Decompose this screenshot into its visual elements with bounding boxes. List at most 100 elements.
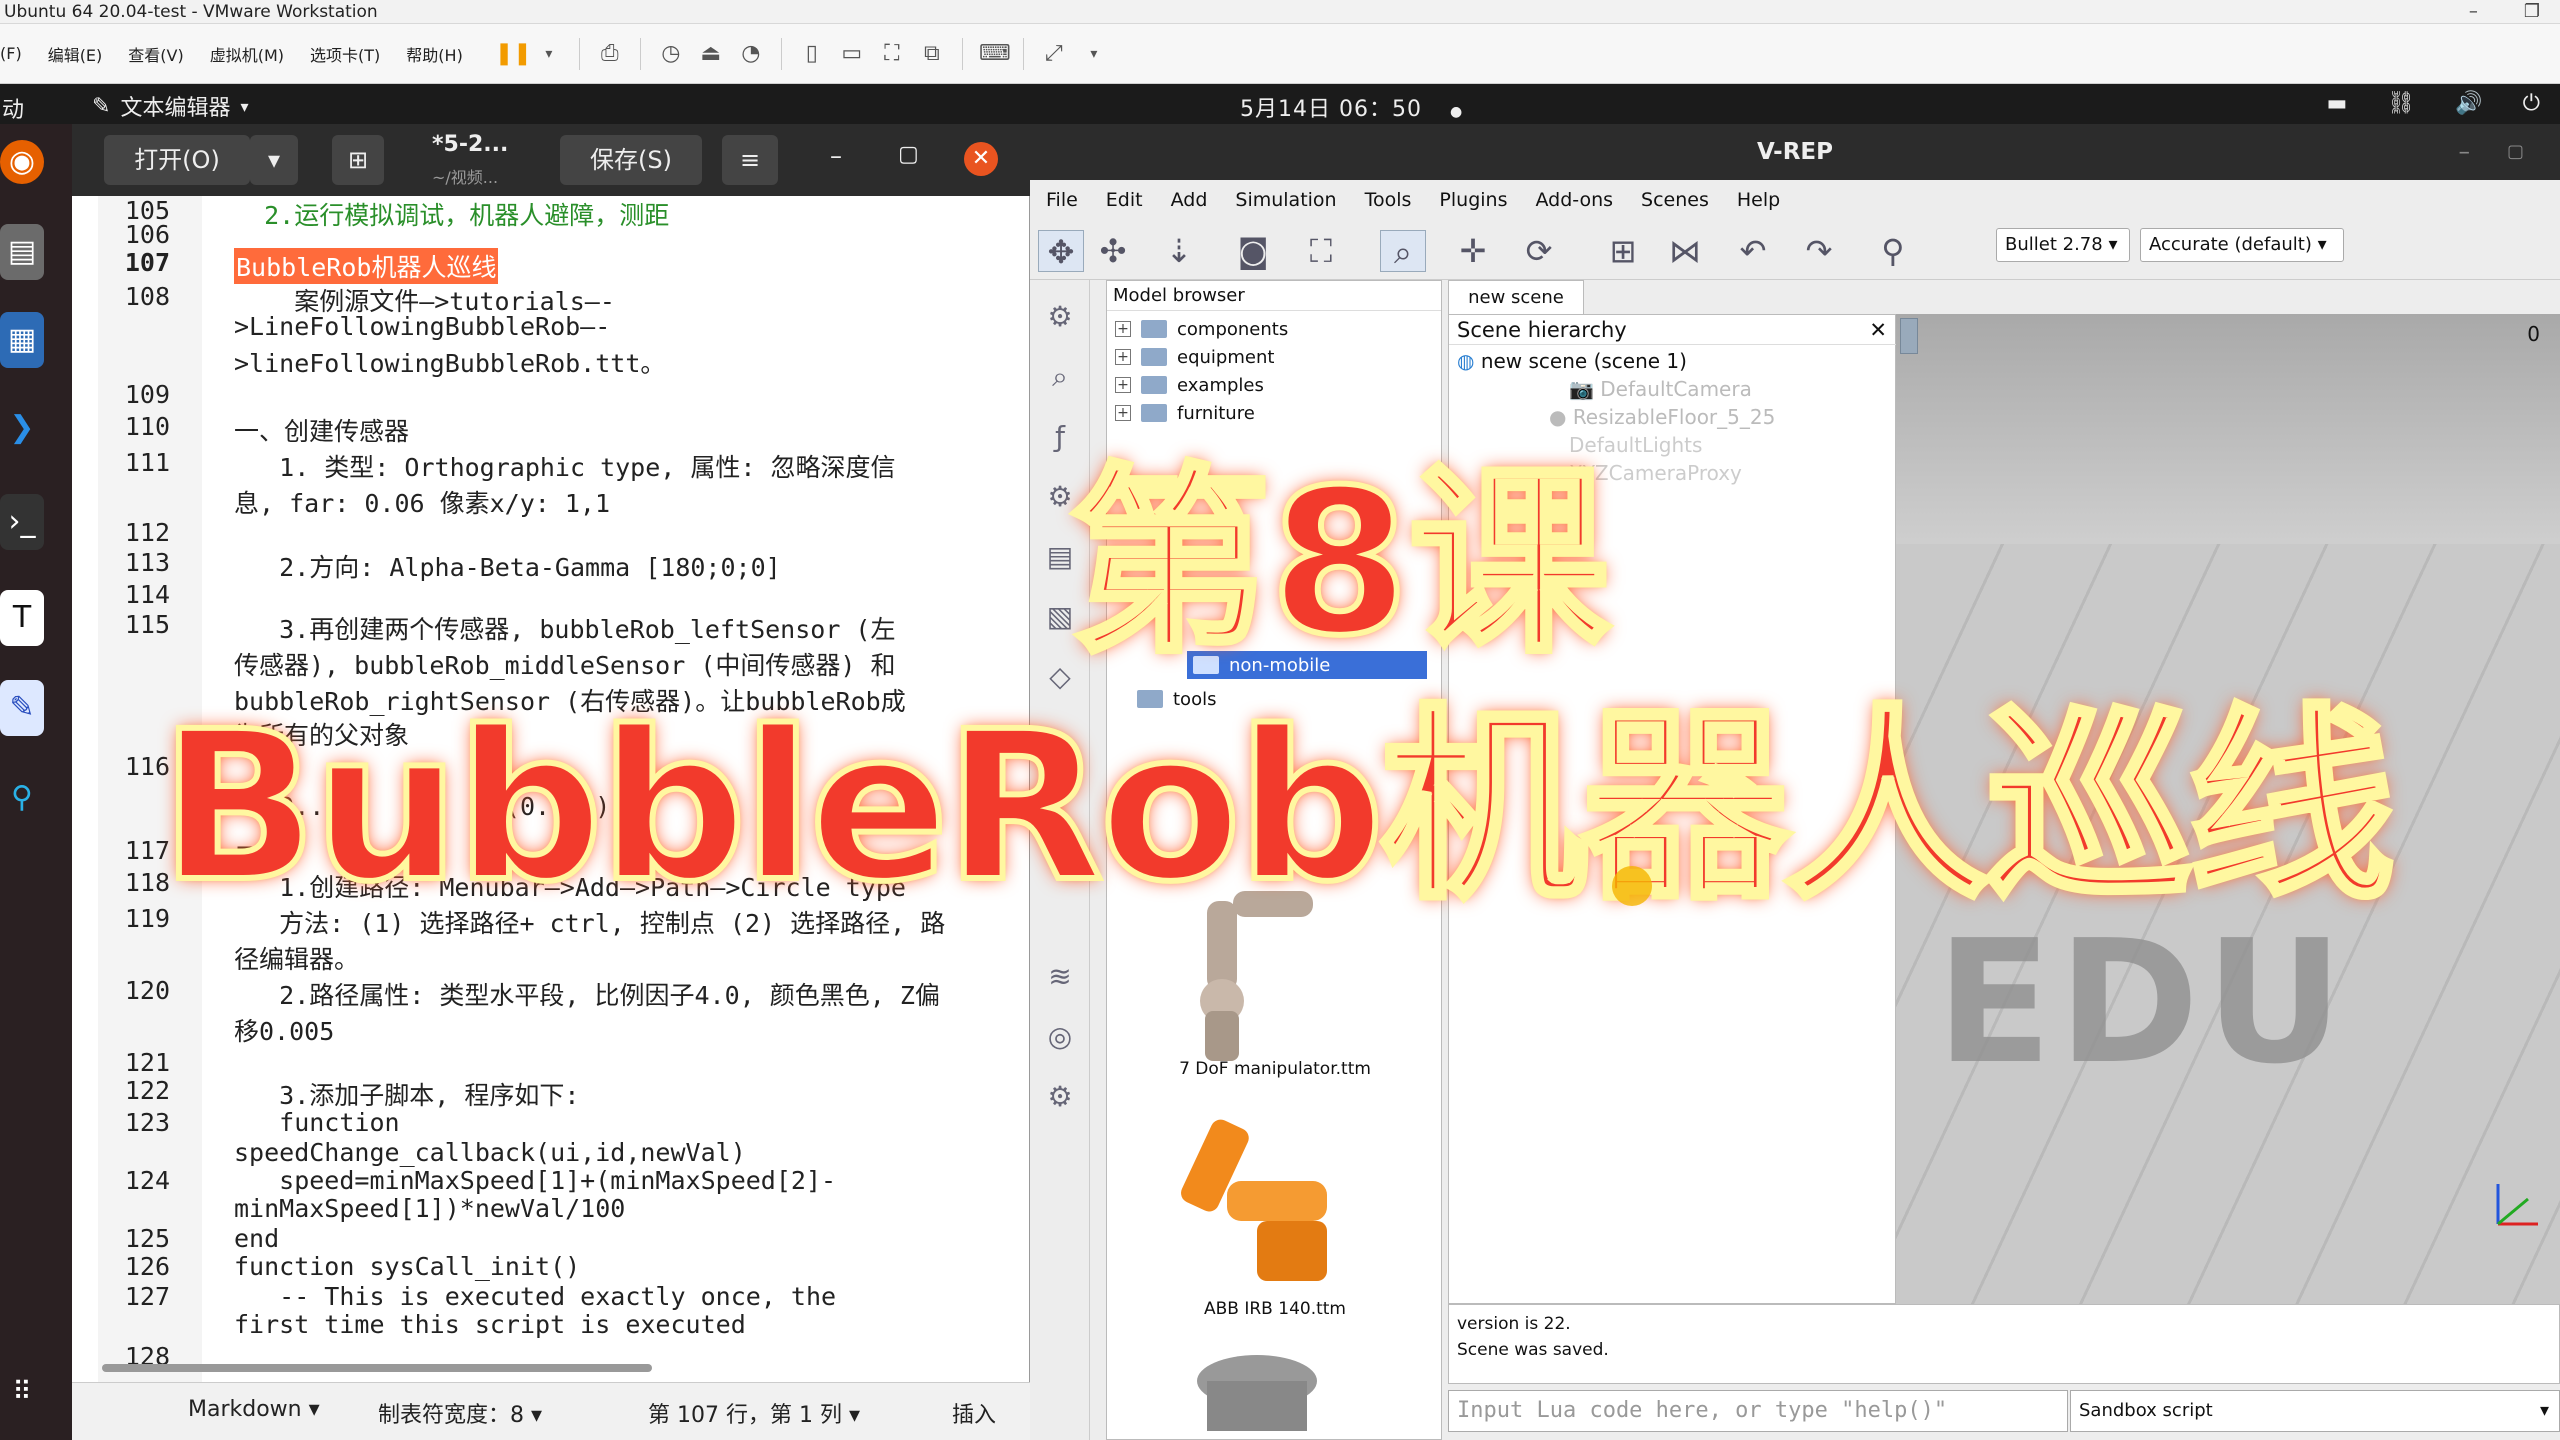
unity-icon[interactable]: ⧉	[918, 41, 946, 66]
maximize-icon[interactable]: ▢	[2507, 124, 2524, 180]
maximize-icon[interactable]: ▢	[898, 142, 919, 167]
revert-snapshot-icon[interactable]: ⏏	[697, 41, 725, 66]
close-icon[interactable]: ✕	[1869, 315, 1887, 345]
vscode-icon[interactable]: ❯	[0, 400, 44, 456]
code-line: minMaxSpeed[1])*newVal/100	[234, 1194, 626, 1223]
show-apps-icon[interactable]: ⠿	[0, 1364, 44, 1420]
line-number: 120	[124, 976, 170, 1005]
physics-engine-select[interactable]: Bullet 2.78 ▾	[1996, 228, 2130, 262]
folder-equipment[interactable]: + equipment	[1115, 343, 1274, 371]
open-menu-button[interactable]: ▾	[250, 135, 298, 185]
dropdown-icon[interactable]: ▾	[535, 42, 563, 66]
robot-thumbnail[interactable]	[1137, 1341, 1397, 1440]
vm-menu-help[interactable]: 帮助(H)	[406, 42, 463, 66]
app-menu[interactable]: ✎ 文本编辑器 ▾	[92, 90, 248, 122]
language-selector[interactable]: Markdown ▾	[188, 1397, 320, 1422]
redo-icon[interactable]: ↷	[1796, 230, 1842, 272]
thumbnail-bar-icon[interactable]: ▭	[838, 41, 866, 66]
undo-icon[interactable]: ↶	[1730, 230, 1776, 272]
save-button[interactable]: 保存(S)	[560, 135, 702, 185]
vrep-menu-plugins[interactable]: Plugins	[1439, 189, 1507, 211]
close-icon[interactable]: ✕	[964, 142, 998, 176]
dropdown-icon[interactable]: ▾	[1080, 42, 1108, 66]
camera-shift-icon[interactable]: ⇣	[1156, 230, 1202, 272]
object-rotate-icon[interactable]: ⟳	[1516, 230, 1562, 272]
vrep-menu-simulation[interactable]: Simulation	[1235, 189, 1336, 211]
text-editor-dock-icon[interactable]: ✎	[0, 680, 44, 736]
network-icon[interactable]: ⛓	[2387, 91, 2415, 116]
folder-examples[interactable]: + examples	[1115, 371, 1264, 399]
simulation-settings-icon[interactable]: ⚙	[1040, 300, 1080, 340]
horizontal-scrollbar[interactable]	[102, 1364, 652, 1372]
object-properties-icon[interactable]: ⌕	[1040, 360, 1080, 400]
fit-to-view-icon[interactable]: ⛶	[1298, 230, 1344, 272]
sidebar-toggle-icon[interactable]: ▯	[798, 41, 826, 66]
vm-menu-file[interactable]: (F)	[0, 44, 22, 63]
firefox-icon[interactable]: ◉	[0, 140, 44, 184]
camera-pan-icon[interactable]: ✥	[1038, 230, 1084, 272]
keyboard-icon[interactable]: ▬	[2326, 91, 2347, 116]
vrep-menu-file[interactable]: File	[1046, 189, 1078, 211]
console-icon[interactable]: ⌨	[979, 41, 1011, 66]
viewport-scroll-handle[interactable]	[1900, 318, 1918, 354]
system-tray[interactable]: ▬ ⛓ 🔊 ⏻	[2326, 91, 2540, 116]
restore-icon[interactable]: ❐	[2524, 0, 2540, 24]
accuracy-select[interactable]: Accurate (default) ▾	[2140, 228, 2344, 262]
pause-icon[interactable]: ❚❚	[495, 41, 532, 66]
send-keys-icon[interactable]: ⎙	[596, 41, 624, 66]
fullscreen-icon[interactable]: ⛶	[878, 41, 906, 66]
open-button[interactable]: 打开(O)	[104, 135, 250, 185]
tab-width-selector[interactable]: 制表符宽度：8 ▾	[378, 1397, 542, 1429]
transfer-dna-icon[interactable]: ⋈	[1662, 230, 1708, 272]
files-icon[interactable]: ▤	[0, 224, 44, 280]
vmware-window-controls: – ❐	[2469, 0, 2540, 24]
expand-icon[interactable]: +	[1115, 377, 1131, 393]
vrep-menu-edit[interactable]: Edit	[1106, 189, 1143, 211]
dynamics-toggle-icon[interactable]: ⚲	[1870, 230, 1916, 272]
snapshot-manager-icon[interactable]: ◔	[737, 41, 765, 66]
abb-irb140-thumbnail[interactable]	[1137, 1101, 1397, 1301]
vrep-menu-tools[interactable]: Tools	[1365, 189, 1412, 211]
camera-angle-icon[interactable]: ◙	[1230, 230, 1276, 272]
script-mode-select[interactable]: Sandbox script ▾	[2070, 1390, 2560, 1432]
vrep-menu-scenes[interactable]: Scenes	[1641, 189, 1709, 211]
minimize-icon[interactable]: –	[2459, 124, 2471, 180]
clock[interactable]: 5月14日 06：50 ●	[1240, 91, 1463, 123]
vm-menu-vm[interactable]: 虚拟机(M)	[210, 42, 284, 66]
expand-icon[interactable]: +	[1115, 321, 1131, 337]
stretch-icon[interactable]: ⤢	[1040, 41, 1068, 66]
hamburger-menu-icon[interactable]: ≡	[722, 135, 778, 185]
cursor-position[interactable]: 第 107 行，第 1 列 ▾	[648, 1397, 860, 1429]
activities-button[interactable]: 动	[2, 92, 24, 124]
object-shift-icon[interactable]: ✛	[1450, 230, 1496, 272]
typora-icon[interactable]: T	[0, 590, 44, 646]
mouse-highlight	[1612, 866, 1652, 906]
new-tab-icon[interactable]: ⊞	[332, 135, 384, 185]
hierarchy-item[interactable]: 📷 DefaultCamera	[1569, 377, 1752, 401]
folder-components[interactable]: + components	[1115, 315, 1288, 343]
terminal-icon[interactable]: ›_	[0, 494, 44, 550]
vm-menu-view[interactable]: 查看(V)	[128, 42, 183, 66]
volume-icon[interactable]: 🔊	[2455, 91, 2482, 116]
vrep-menu-help[interactable]: Help	[1737, 189, 1780, 211]
vm-menu-tabs[interactable]: 选项卡(T)	[310, 42, 380, 66]
vrep-menu-addons[interactable]: Add-ons	[1535, 189, 1613, 211]
vrep-dock-icon[interactable]: ⚲	[0, 770, 44, 826]
expand-icon[interactable]: +	[1115, 349, 1131, 365]
scene-tab[interactable]: new scene	[1448, 280, 1584, 314]
lua-command-input[interactable]: Input Lua code here, or type "help()"	[1448, 1390, 2068, 1432]
hierarchy-root[interactable]: ◍ new scene (scene 1)	[1457, 349, 1687, 373]
assemble-icon[interactable]: ⊞	[1600, 230, 1646, 272]
vrep-menu-add[interactable]: Add	[1171, 189, 1208, 211]
click-select-icon[interactable]: ⌕	[1380, 230, 1426, 272]
snapshot-icon[interactable]: ◷	[657, 41, 685, 66]
page-selector-icon[interactable]: ≋	[1040, 960, 1080, 1000]
vm-menu-edit[interactable]: 编辑(E)	[48, 42, 103, 66]
writer-icon[interactable]: ▦	[0, 312, 44, 368]
minimize-icon[interactable]: –	[830, 142, 842, 170]
user-settings-icon[interactable]: ⚙	[1040, 1080, 1080, 1120]
camera-rotate-icon[interactable]: ✣	[1090, 230, 1136, 272]
minimize-icon[interactable]: –	[2469, 0, 2478, 24]
model-browser-toggle-icon[interactable]: ◎	[1040, 1020, 1080, 1060]
power-icon[interactable]: ⏻	[2523, 91, 2540, 116]
